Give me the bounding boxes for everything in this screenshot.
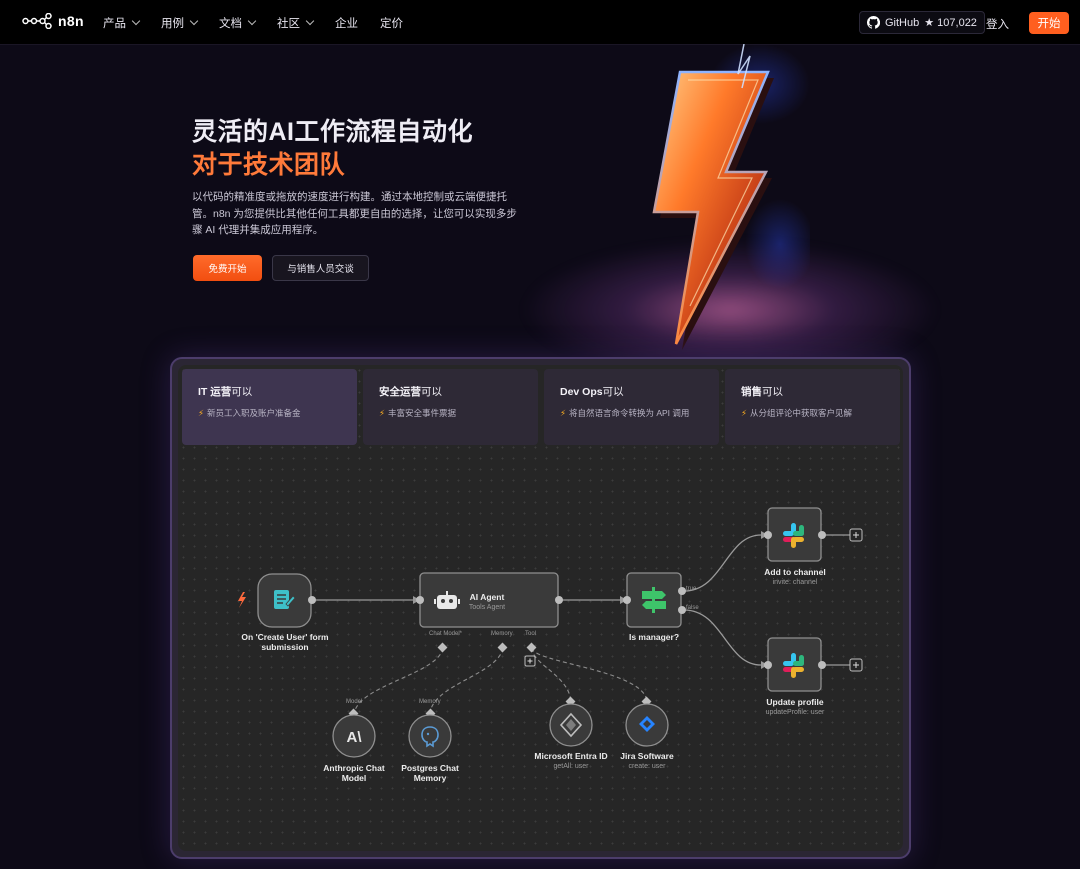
router-label: Is manager? xyxy=(628,632,680,642)
entra-sub: getAll: user xyxy=(553,763,589,770)
port-memory: Memory xyxy=(491,631,513,637)
trigger-node-label: On 'Create User' form submission xyxy=(241,632,329,652)
nav-item-community[interactable]: 社区 xyxy=(277,15,315,31)
nav-item-pricing[interactable]: 定价 xyxy=(380,15,403,31)
start-button[interactable]: 开始 xyxy=(1029,12,1069,34)
add-node-button[interactable] xyxy=(849,528,863,542)
lightning-bolt-illustration xyxy=(652,44,810,350)
branch-true-label: true xyxy=(686,586,697,592)
slack-top-label: Add to channel xyxy=(764,567,826,577)
nav-item-use-cases[interactable]: 用例 xyxy=(161,15,199,31)
github-icon xyxy=(867,16,880,29)
hero-title-line2: 对于技术团队 xyxy=(192,151,346,179)
ai-agent-label: AI Agent xyxy=(469,592,505,602)
add-node-button[interactable] xyxy=(849,658,863,672)
jira-sub: create: user xyxy=(628,763,666,770)
nav-item-label: 定价 xyxy=(380,17,403,30)
n8n-logo-icon xyxy=(22,13,52,29)
port-chat-model: Chat Model* xyxy=(429,631,463,637)
model-port-label: Model xyxy=(346,699,363,705)
ai-agent-sub: Tools Agent xyxy=(468,604,506,611)
logo-text: n8n xyxy=(58,13,84,29)
nav-item-label: 用例 xyxy=(161,17,184,30)
trigger-lightning-icon xyxy=(238,592,246,608)
nav-item-label: 产品 xyxy=(103,17,126,30)
nav-item-enterprise[interactable]: 企业 xyxy=(335,15,358,31)
nav-menu: 产品 用例 文档 社区 企业 定价 xyxy=(103,0,425,45)
top-nav: n8n 产品 用例 文档 社区 企业 定价 GitHub ★ 107,022 登… xyxy=(0,0,1080,45)
hero-title-line1: 灵活的AI工作流程自动化 xyxy=(192,118,474,146)
memory-port-label: Memory xyxy=(419,699,441,705)
slack-top-sub: invite: channel xyxy=(772,579,818,586)
github-label: GitHub xyxy=(885,16,920,29)
github-star-count: ★ 107,022 xyxy=(924,17,977,29)
add-tool-button[interactable] xyxy=(524,655,536,667)
anthropic-label: Anthropic Chat Model xyxy=(323,763,385,783)
nav-item-docs[interactable]: 文档 xyxy=(219,15,257,31)
entra-label: Microsoft Entra ID xyxy=(534,751,608,761)
chevron-down-icon xyxy=(189,16,199,25)
chevron-down-icon xyxy=(305,16,315,25)
hero-description: 以代码的精准度或拖放的速度进行构建。通过本地控制或云端便捷托管。n8n 为您提供… xyxy=(192,191,517,236)
nav-item-label: 社区 xyxy=(277,17,300,30)
branch-false-label: false xyxy=(686,605,699,611)
chevron-down-icon xyxy=(131,16,141,25)
chevron-down-icon xyxy=(247,16,257,25)
talk-to-sales-button[interactable]: 与销售人员交谈 xyxy=(272,255,369,281)
workflow-graph: A\ xyxy=(238,507,863,758)
workflow-canvas: IT 运营可以 ⚡ 新员工入职及账户准备金 安全运营可以 ⚡ 丰富安全事件票据 De… xyxy=(178,365,903,851)
jira-node[interactable] xyxy=(625,703,669,747)
postgres-memory-node[interactable] xyxy=(408,714,452,758)
nav-item-label: 文档 xyxy=(219,17,242,30)
anthropic-icon: A\ xyxy=(347,729,363,746)
nav-item-product[interactable]: 产品 xyxy=(103,15,141,31)
github-stars-button[interactable]: GitHub ★ 107,022 xyxy=(859,11,985,34)
login-link[interactable]: 登入 xyxy=(986,16,1009,32)
slack-bottom-sub: updateProfile: user xyxy=(765,709,825,716)
jira-label: Jira Software xyxy=(620,751,674,761)
workflow-demo-panel: IT 运营可以 ⚡ 新员工入职及账户准备金 安全运营可以 ⚡ 丰富安全事件票据 De… xyxy=(170,357,911,859)
logo[interactable]: n8n xyxy=(22,13,84,29)
start-free-button[interactable]: 免费开始 xyxy=(193,255,262,281)
port-tool: Tool xyxy=(525,631,537,637)
nav-item-label: 企业 xyxy=(335,17,358,30)
slack-bottom-label: Update profile xyxy=(766,697,824,707)
postgres-label: Postgres Chat Memory xyxy=(401,763,459,783)
